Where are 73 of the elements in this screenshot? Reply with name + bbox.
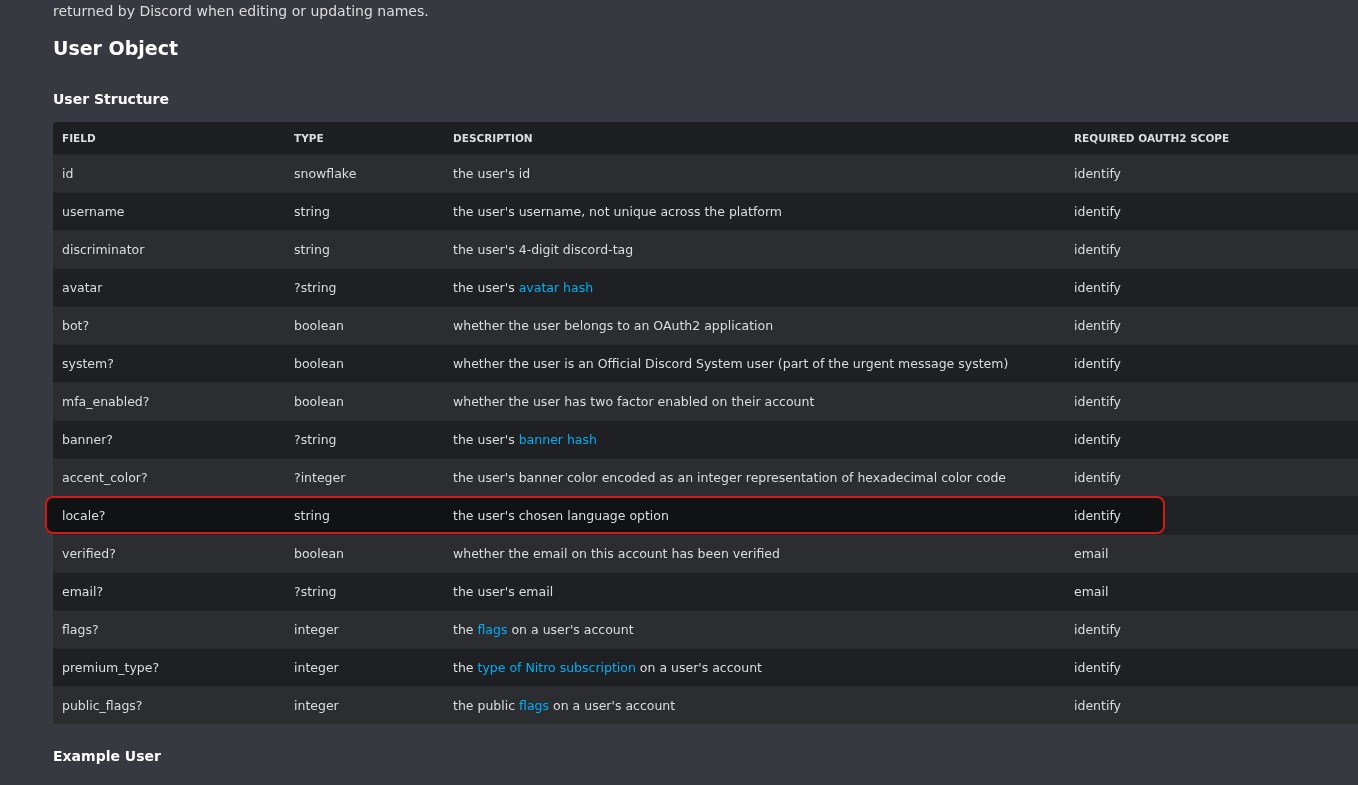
table-cell-text: mfa_enabled? (61, 394, 150, 409)
table-cell-text: whether the user is an Official Discord System user (part of the urgent message system) (452, 356, 1009, 371)
section-heading: Example User (53, 748, 161, 764)
table-cell-text: accent_color? (61, 470, 148, 485)
table-cell-text: locale? (61, 508, 106, 523)
table-cell-text: whether the user has two factor enabled on their account (452, 394, 815, 409)
link[interactable]: flags (477, 622, 508, 637)
table-cell-text: ?integer (293, 470, 346, 485)
table-cell-text: identify (1073, 394, 1121, 409)
table-cell-text: identify (1073, 698, 1121, 713)
section-heading: User Object (53, 36, 179, 60)
table-cell-text: string (293, 508, 330, 523)
table-cell-text: boolean (293, 356, 344, 371)
table-cell-text: verified? (61, 546, 116, 561)
table-cell-text: premium_type? (61, 660, 160, 675)
table-cell-text: the user's avatar hash (452, 280, 594, 295)
table-cell-text: identify (1073, 242, 1121, 257)
table-cell-text: integer (293, 660, 339, 675)
table-cell-text: public_flags? (61, 698, 143, 713)
table-cell-text: string (293, 242, 330, 257)
table-cell-text: the user's banner color encoded as an integer representation of hexadecimal color code (452, 470, 1007, 485)
link[interactable]: avatar hash (518, 280, 594, 295)
table-cell-text: bot? (61, 318, 90, 333)
table-cell-text: identify (1073, 166, 1121, 181)
table-cell-text: boolean (293, 394, 344, 409)
table-cell-text: identify (1073, 470, 1121, 485)
link[interactable]: type of Nitro subscription (477, 660, 636, 675)
table-cell-text: discriminator (61, 242, 145, 257)
column-header: FIELD (61, 132, 96, 144)
table-cell-text: the user's email (452, 584, 554, 599)
table-cell-text: the user's username, not unique across the platform (452, 204, 783, 219)
table-cell-text: flags? (61, 622, 99, 637)
table-cell-text: identify (1073, 280, 1121, 295)
link[interactable]: flags (519, 698, 550, 713)
table-cell-text: identify (1073, 660, 1121, 675)
link[interactable]: banner hash (518, 432, 597, 447)
table-cell-text: string (293, 204, 330, 219)
table-cell-text: whether the user belongs to an OAuth2 application (452, 318, 774, 333)
table-cell-text: username (61, 204, 125, 219)
table-cell-text: boolean (293, 318, 344, 333)
table-cell-text: the user's id (452, 166, 531, 181)
column-header: TYPE (293, 132, 324, 144)
column-header: REQUIRED OAUTH2 SCOPE (1073, 132, 1230, 144)
paragraph-text: returned by Discord when editing or updating names. (53, 2, 429, 20)
column-header: DESCRIPTION (452, 132, 533, 144)
table-cell-text: email (1073, 546, 1109, 561)
table-cell-text: the flags on a user's account (452, 622, 634, 637)
table-cell-text: avatar (61, 280, 103, 295)
table-cell-text: ?string (293, 280, 337, 295)
table-cell-text: identify (1073, 318, 1121, 333)
table-cell-text: email? (61, 584, 104, 599)
subsection-heading: User Structure (53, 90, 169, 108)
table-cell-text: the user's chosen language option (452, 508, 669, 523)
table-cell-text: identify (1073, 432, 1121, 447)
table-cell-text: the user's banner hash (452, 432, 597, 447)
table-cell-text: snowflake (293, 166, 357, 181)
table-cell-text: identify (1073, 204, 1121, 219)
table-cell-text: boolean (293, 546, 344, 561)
table-cell-text: system? (61, 356, 114, 371)
table-cell-text: the type of Nitro subscription on a user's account (452, 660, 762, 675)
table-cell-text: ?string (293, 584, 337, 599)
table-cell-text: whether the email on this account has been verified (452, 546, 780, 561)
table-cell-text: id (61, 166, 74, 181)
table-cell-text: ?string (293, 432, 337, 447)
table-cell-text: identify (1073, 508, 1121, 523)
table-cell-text: identify (1073, 622, 1121, 637)
table-cell-text: identify (1073, 356, 1121, 371)
table-cell-text: integer (293, 622, 339, 637)
table-cell-text: email (1073, 584, 1109, 599)
table-cell-text: integer (293, 698, 339, 713)
table-cell-text: banner? (61, 432, 113, 447)
table-cell-text: the public flags on a user's account (452, 698, 676, 713)
table-cell-text: the user's 4-digit discord-tag (452, 242, 634, 257)
